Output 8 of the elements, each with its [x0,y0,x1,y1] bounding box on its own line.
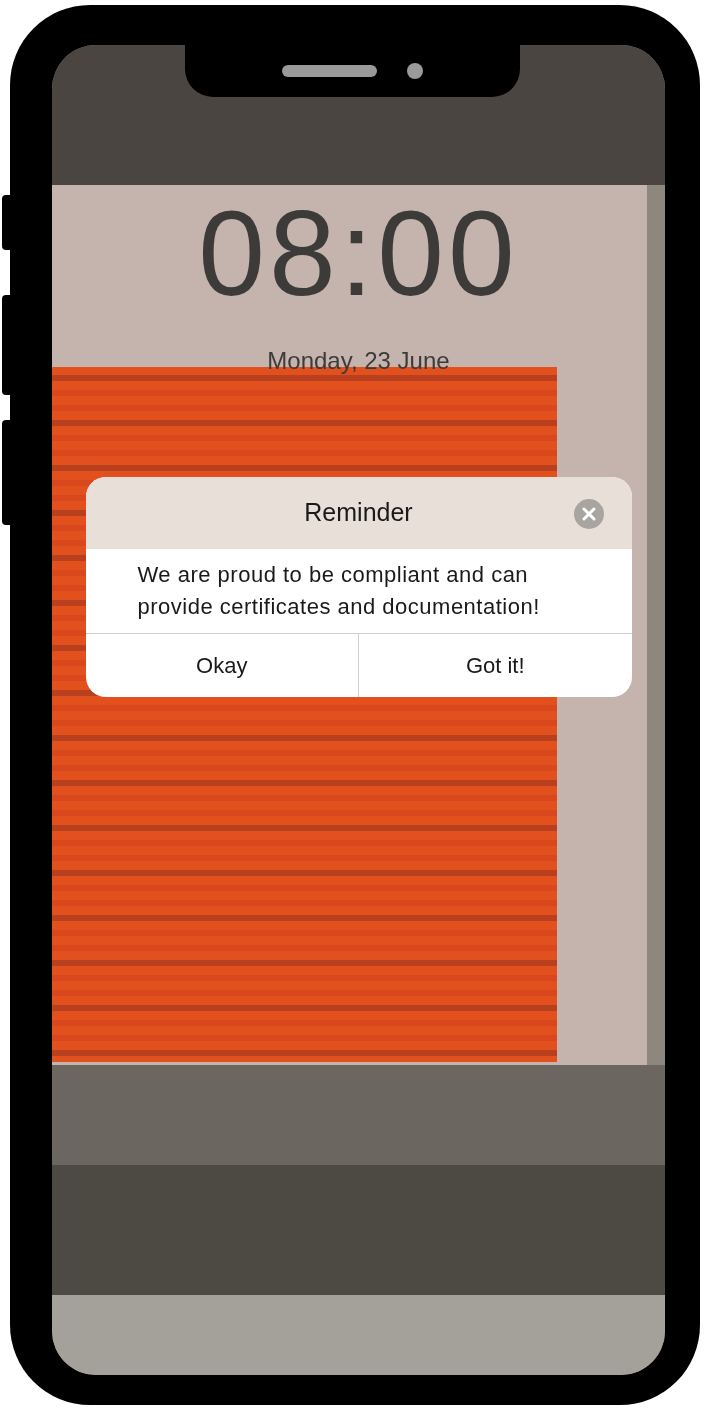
dialog-button[interactable]: Okay [85,634,358,697]
date-label: Monday, 23 June [267,346,450,376]
close-button[interactable] [573,499,604,529]
dialog-title: Reminder [304,497,413,529]
close-icon [581,507,596,521]
dialog-button[interactable]: Got it! [358,634,632,697]
dialog-message: We are proud to be compliant and can provide certificates and documentation! [136,561,541,621]
clock-time: 08:00 [198,193,519,313]
